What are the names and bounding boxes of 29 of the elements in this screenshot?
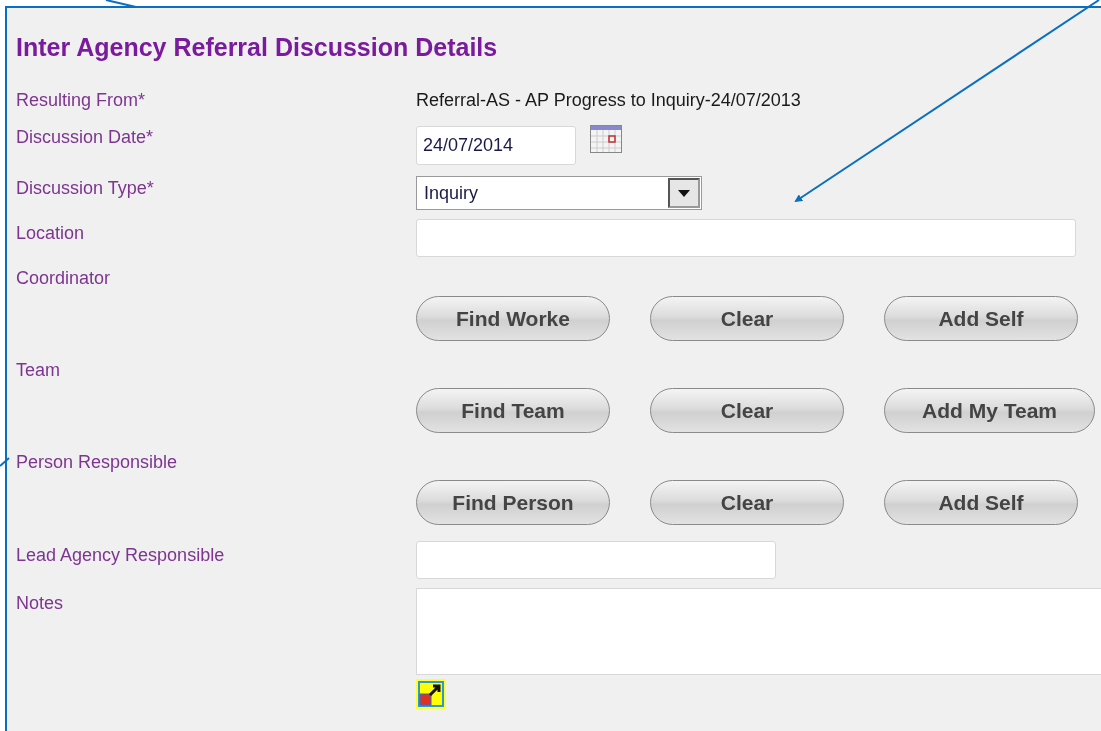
- field-label: Lead Agency Responsible: [16, 544, 225, 567]
- field-label: Discussion Date*: [16, 126, 154, 149]
- action-button[interactable]: Find Worke: [416, 296, 610, 341]
- text-field[interactable]: [416, 219, 1076, 257]
- calendar-icon[interactable]: [590, 125, 622, 153]
- notes-field[interactable]: [416, 588, 1101, 675]
- action-button[interactable]: Add Self: [884, 296, 1078, 341]
- field-label: Coordinator: [16, 267, 111, 290]
- field-label: Location: [16, 222, 85, 245]
- action-button[interactable]: Add My Team: [884, 388, 1095, 433]
- field-label: Notes: [16, 592, 64, 615]
- action-button[interactable]: Clear: [650, 388, 844, 433]
- dropdown-field[interactable]: Inquiry: [416, 176, 702, 210]
- action-button[interactable]: Clear: [650, 480, 844, 525]
- action-button[interactable]: Find Team: [416, 388, 610, 433]
- expand-icon[interactable]: [416, 679, 446, 709]
- caret-icon: [678, 189, 690, 197]
- text-field[interactable]: [416, 541, 776, 579]
- field-label: Discussion Type*: [16, 177, 154, 200]
- field-label: Resulting From*: [16, 89, 146, 112]
- date-field[interactable]: 24/07/2014: [416, 126, 576, 165]
- action-button[interactable]: Add Self: [884, 480, 1078, 525]
- action-button[interactable]: Find Person: [416, 480, 610, 525]
- field-label: Team: [16, 359, 60, 382]
- field-value: Referral-AS - AP Progress to Inquiry-24/07/2013: [416, 89, 801, 112]
- action-button[interactable]: Clear: [650, 296, 844, 341]
- dropdown-button[interactable]: [668, 178, 700, 208]
- field-label: Person Responsible: [16, 451, 178, 474]
- form-title: Inter Agency Referral Discussion Details: [16, 32, 498, 63]
